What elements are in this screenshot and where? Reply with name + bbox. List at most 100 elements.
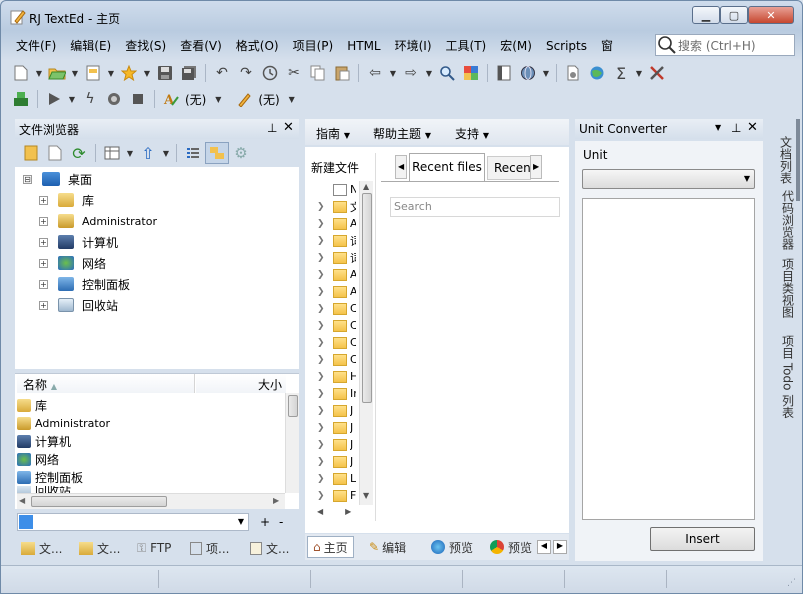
globe-settings-icon[interactable] [516,62,540,84]
tabs-scroll-right-icon[interactable]: ▶ [530,155,542,179]
tools-wrench-icon[interactable] [645,62,669,84]
file-filter-combo[interactable]: ▼ [17,513,249,531]
tree-item-computer[interactable]: + 计算机 [39,232,118,252]
collapse-icon[interactable]: ⊟ [23,174,32,184]
run-play-icon[interactable] [42,88,66,110]
scroll-thumb[interactable] [288,395,298,417]
list-item[interactable]: 控制面板 [17,468,83,486]
menu-support[interactable]: 支持 ▼ [455,125,489,142]
expand-icon[interactable]: + [39,258,48,268]
unit-select[interactable]: ▼ [582,169,755,189]
tab-preview-ie[interactable]: 预览 [431,536,473,558]
new-file-link[interactable]: 新建文件 [311,159,359,176]
history-icon[interactable] [258,62,282,84]
list-view-icon[interactable] [181,142,205,164]
chevron-right-icon[interactable]: ❯ [317,236,327,246]
cut-icon[interactable]: ✂ [282,62,306,84]
panel-close-icon[interactable]: ✕ [283,120,294,135]
paste-icon[interactable] [330,62,354,84]
hscroll-thumb[interactable] [31,496,167,507]
doc-tabs-left-icon[interactable]: ◀ [537,540,551,554]
up-dropdown-icon[interactable]: ▼ [160,142,172,164]
stop-icon[interactable] [126,88,150,110]
menu-view[interactable]: 查看(V) [173,36,229,56]
menu-format[interactable]: 格式(O) [229,36,286,56]
tab-doc[interactable]: 文... [250,537,289,559]
folder-row[interactable]: ❯ J [317,419,356,436]
search-box[interactable]: 搜索 (Ctrl+H) [655,34,795,56]
list-item[interactable]: 库 [17,396,47,414]
globe-dropdown-icon[interactable]: ▼ [540,62,552,84]
list-item[interactable]: Administrator [17,414,110,432]
folder-row[interactable]: ❯ In [317,385,356,402]
minimize-button[interactable]: ▁ [692,6,720,24]
menu-environment[interactable]: 环境(I) [388,36,439,56]
pin-icon[interactable]: ⊥ [267,121,277,135]
chevron-right-icon[interactable]: ❯ [317,287,327,297]
scroll-thumb[interactable] [362,193,372,403]
menu-macro[interactable]: 宏(M) [493,36,539,56]
folder-row[interactable]: ❯C [317,334,356,351]
save-all-icon[interactable] [177,62,201,84]
side-tab-code-browser[interactable]: 代码浏览器 [776,177,800,263]
plugin-icon[interactable] [9,88,33,110]
lightning-icon[interactable]: ϟ [78,88,102,110]
document-list-icon[interactable] [492,62,516,84]
copy-icon[interactable] [306,62,330,84]
folder-row[interactable]: ❯ J [317,402,356,419]
file-info-icon[interactable] [561,62,585,84]
combo-dropdown-icon[interactable]: ▼ [238,517,244,526]
list-item[interactable]: 网络 [17,450,59,468]
remove-filter-button[interactable]: - [279,515,283,529]
expand-icon[interactable]: + [39,300,48,310]
view-mode-icon[interactable] [100,142,124,164]
record-icon[interactable] [102,88,126,110]
folder-row[interactable]: N [317,181,356,198]
scroll-left-icon[interactable]: ◀ [19,496,25,505]
doc-tabs-right-icon[interactable]: ▶ [553,540,567,554]
pin-icon[interactable]: ⊥ [731,121,741,135]
font-style-icon[interactable]: A [159,88,183,110]
panel-menu-icon[interactable]: ▼ [715,123,721,132]
chevron-right-icon[interactable]: ❯ [317,321,327,331]
up-folder-icon[interactable]: ⇧ [136,142,160,164]
tabs-scroll-left-icon[interactable]: ◀ [395,155,407,179]
panel-close-icon[interactable]: ✕ [747,120,758,135]
menu-file[interactable]: 文件(F) [9,36,63,56]
scroll-right-icon[interactable]: ▶ [273,496,279,505]
resize-grip-icon[interactable]: ⋰ [787,578,796,588]
color-palette-icon[interactable] [459,62,483,84]
tree-item-network[interactable]: + 网络 [39,253,106,273]
tree-item-recycle-bin[interactable]: + 回收站 [39,295,118,315]
chevron-right-icon[interactable]: ❯ [317,355,327,365]
scroll-up-icon[interactable]: ▲ [363,182,369,191]
tree-item-control-panel[interactable]: + 控制面板 [39,274,130,294]
recent-files-icon[interactable] [81,62,105,84]
refresh-icon[interactable]: ⟳ [67,142,91,164]
menu-scripts[interactable]: Scripts [539,36,594,56]
tab-preview-chrome[interactable]: 预览 [490,536,532,558]
list-item[interactable]: 计算机 [17,432,71,450]
run-dropdown-icon[interactable]: ▼ [66,88,78,110]
file-new-icon[interactable] [43,142,67,164]
chevron-right-icon[interactable]: ❯ [317,338,327,348]
tree-item-administrator[interactable]: + Administrator [39,211,157,231]
chevron-right-icon[interactable]: ❯ [317,389,327,399]
font-style-dropdown-2-icon[interactable]: ▼ [286,88,298,110]
view-mode-dropdown-icon[interactable]: ▼ [124,142,136,164]
menu-project[interactable]: 项目(P) [286,36,341,56]
folder-row[interactable]: ❯词 [317,232,356,249]
folder-row[interactable]: ❯ J [317,436,356,453]
recent-dropdown-icon[interactable]: ▼ [105,62,117,84]
back-dropdown-icon[interactable]: ▼ [387,62,399,84]
chevron-right-icon[interactable]: ❯ [317,219,327,229]
folder-row[interactable]: ❯C [317,317,356,334]
expand-icon[interactable]: + [39,195,48,205]
menu-help-topics[interactable]: 帮助主题 ▼ [373,125,431,142]
tab-recent[interactable]: Recent [487,156,531,180]
folder-row[interactable]: ❯C [317,351,356,368]
highlighter-icon[interactable] [232,88,256,110]
tab-project[interactable]: 项... [190,537,229,559]
save-icon[interactable] [153,62,177,84]
scroll-down-icon[interactable]: ▼ [363,491,369,500]
